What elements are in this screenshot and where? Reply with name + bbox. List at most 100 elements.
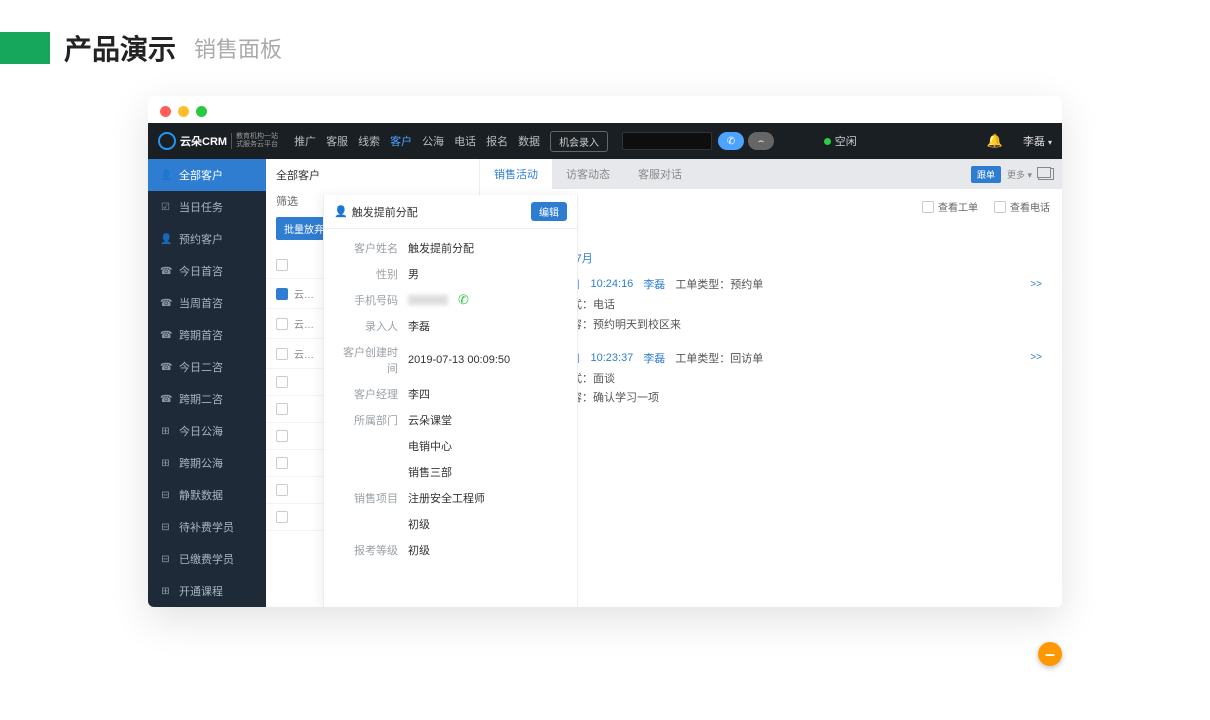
field-value: 2019-07-13 00:09:50 — [408, 354, 510, 366]
sidebar-item-3[interactable]: ☎今日首咨 — [148, 255, 266, 287]
top-nav: 推广客服线索客户公海电话报名数据 — [294, 133, 540, 149]
nav-item-5[interactable]: 电话 — [454, 133, 476, 149]
nav-item-1[interactable]: 客服 — [326, 133, 348, 149]
nav-item-3[interactable]: 客户 — [390, 133, 412, 149]
search-input[interactable] — [622, 132, 712, 150]
entry-agent[interactable]: 李磊 — [643, 276, 665, 292]
row-checkbox[interactable] — [276, 430, 288, 442]
hangup-button[interactable]: ⌢ — [748, 132, 774, 150]
expand-arrow[interactable]: >> — [1030, 279, 1042, 290]
phone-icon[interactable]: ✆ — [458, 292, 469, 308]
sidebar-item-9[interactable]: ⊞跨期公海 — [148, 447, 266, 479]
activity-tab-1[interactable]: 访客动态 — [552, 159, 624, 189]
detail-field: 客户经理李四 — [334, 381, 573, 407]
popout-icon[interactable] — [1038, 168, 1054, 180]
nav-item-6[interactable]: 报名 — [486, 133, 508, 149]
sidebar-item-2[interactable]: 👤 预约客户 — [148, 223, 266, 255]
field-value: 注册安全工程师 — [408, 490, 485, 506]
timeline-entry: 07月16日10:24:16李磊工单类型：预约单>>跟单方式：电话跟单内容：预约… — [534, 276, 1042, 336]
entry-content: 跟单内容：预约明天到校区来 — [538, 316, 1042, 336]
view-ticket-checkbox[interactable]: 查看工单 — [922, 199, 978, 214]
field-label: 所属部门 — [334, 412, 398, 428]
logo-icon — [158, 132, 176, 150]
activity-tab-0[interactable]: 销售活动 — [480, 159, 552, 189]
activity-tab-2[interactable]: 客服对话 — [624, 159, 696, 189]
row-checkbox[interactable] — [276, 403, 288, 415]
help-fab[interactable]: – — [1038, 642, 1062, 666]
status-indicator[interactable]: 空闲 — [824, 133, 857, 149]
nav-item-7[interactable]: 数据 — [518, 133, 540, 149]
call-button[interactable]: ✆ — [718, 132, 744, 150]
sidebar-item-4[interactable]: ☎当周首咨 — [148, 287, 266, 319]
nav-item-0[interactable]: 推广 — [294, 133, 316, 149]
field-value: 云朵课堂 — [408, 412, 452, 428]
field-label: 录入人 — [334, 318, 398, 334]
follow-pill[interactable]: 跟单 — [971, 166, 1001, 183]
detail-field: 报考等级初级 — [334, 537, 573, 563]
sidebar-item-8[interactable]: ⊞今日公海 — [148, 415, 266, 447]
sidebar-item-label: 待补费学员 — [179, 519, 234, 535]
entry-time: 10:23:37 — [590, 352, 633, 364]
row-checkbox[interactable] — [276, 457, 288, 469]
slide-header: 产品演示 销售面板 — [0, 0, 1210, 96]
row-checkbox[interactable] — [276, 348, 288, 360]
detail-field: 电销中心 — [334, 433, 573, 459]
row-checkbox[interactable] — [276, 484, 288, 496]
app-window: 云朵CRM 教育机构一站式服务云平台 推广客服线索客户公海电话报名数据 机会录入… — [148, 96, 1062, 607]
sidebar-item-11[interactable]: ⊟待补费学员 — [148, 511, 266, 543]
sidebar-item-5[interactable]: ☎跨期首咨 — [148, 319, 266, 351]
sidebar-item-label: 预约客户 — [179, 231, 223, 247]
row-text: 云… — [294, 286, 314, 301]
entry-method: 跟单方式：电话 — [538, 296, 1042, 316]
bell-icon[interactable]: 🔔 — [987, 133, 1003, 149]
status-dot-icon — [824, 138, 831, 145]
window-controls — [148, 96, 1062, 123]
timeline-entry: 07月16日10:23:37李磊工单类型：回访单>>跟单方式：面谈跟单内容：确认… — [534, 350, 1042, 410]
more-menu[interactable]: 更多 ▾ — [1007, 168, 1032, 181]
sidebar-icon: ☎ — [160, 394, 171, 405]
entry-type: 工单类型：预约单 — [675, 276, 763, 292]
row-checkbox[interactable] — [276, 376, 288, 388]
close-dot[interactable] — [160, 106, 171, 117]
field-value: 销售三部 — [408, 464, 452, 480]
detail-field: 手机号码✆ — [334, 287, 573, 313]
sidebar-item-1[interactable]: ☑当日任务 — [148, 191, 266, 223]
field-label: 客户姓名 — [334, 240, 398, 256]
brand-logo[interactable]: 云朵CRM 教育机构一站式服务云平台 — [158, 132, 278, 150]
call-buttons: ✆ ⌢ — [718, 132, 774, 150]
timeline-year: 2019年 — [510, 224, 1042, 240]
sidebar-item-12[interactable]: ⊟已缴费学员 — [148, 543, 266, 575]
row-checkbox[interactable] — [276, 511, 288, 523]
sidebar-item-0[interactable]: 👤全部客户 — [148, 159, 266, 191]
view-call-checkbox[interactable]: 查看电话 — [994, 199, 1050, 214]
sidebar-icon: ⊞ — [160, 426, 171, 437]
sidebar-icon: 👤 — [160, 234, 171, 245]
maximize-dot[interactable] — [196, 106, 207, 117]
phone-masked — [408, 295, 448, 305]
sidebar-item-10[interactable]: ⊟静默数据 — [148, 479, 266, 511]
detail-field: 所属部门云朵课堂 — [334, 407, 573, 433]
edit-button[interactable]: 编辑 — [531, 202, 567, 221]
sidebar-item-label: 今日二咨 — [179, 359, 223, 375]
row-checkbox[interactable] — [276, 288, 288, 300]
minimize-dot[interactable] — [178, 106, 189, 117]
nav-item-2[interactable]: 线索 — [358, 133, 380, 149]
field-label: 报考等级 — [334, 542, 398, 558]
sidebar-item-13[interactable]: ⊞开通课程 — [148, 575, 266, 607]
import-button[interactable]: 机会录入 — [550, 131, 608, 152]
field-value: 李四 — [408, 386, 430, 402]
sidebar-item-6[interactable]: ☎今日二咨 — [148, 351, 266, 383]
nav-item-4[interactable]: 公海 — [422, 133, 444, 149]
sidebar-item-label: 跨期首咨 — [179, 327, 223, 343]
sidebar-icon: ⊞ — [160, 586, 171, 597]
entry-agent[interactable]: 李磊 — [643, 350, 665, 366]
expand-arrow[interactable]: >> — [1030, 352, 1042, 363]
detail-field: 销售项目注册安全工程师 — [334, 485, 573, 511]
row-checkbox[interactable] — [276, 259, 288, 271]
user-menu[interactable]: 李磊▾ — [1023, 133, 1052, 149]
brand-tagline: 教育机构一站式服务云平台 — [231, 133, 278, 150]
sidebar-item-7[interactable]: ☎跨期二咨 — [148, 383, 266, 415]
row-checkbox[interactable] — [276, 318, 288, 330]
detail-field: 初级 — [334, 511, 573, 537]
entry-type: 工单类型：回访单 — [675, 350, 763, 366]
